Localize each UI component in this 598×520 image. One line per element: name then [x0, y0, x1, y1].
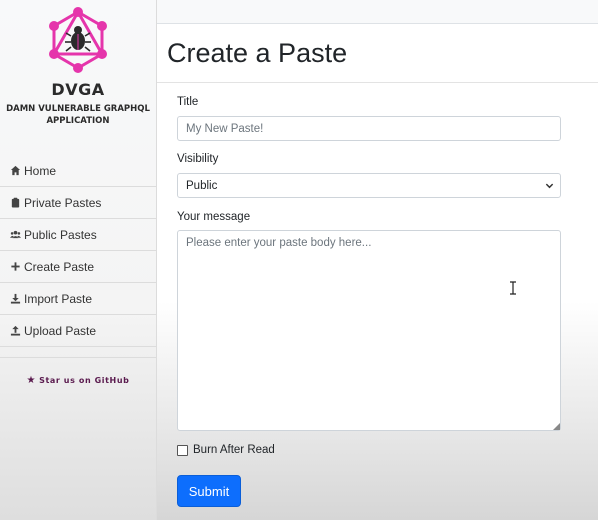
title-label: Title — [177, 96, 199, 108]
page-title: Create a Paste — [167, 38, 348, 68]
sidebar-item-create-paste[interactable]: Create Paste — [0, 251, 156, 283]
sidebar-item-private-pastes[interactable]: Private Pastes — [0, 187, 156, 219]
sidebar-item-label: Home — [24, 163, 57, 178]
submit-button[interactable]: Submit — [177, 475, 241, 507]
brand-subtitle: DAMN VULNERABLE GRAPHQL APPLICATION — [6, 104, 150, 126]
visibility-select[interactable]: Public — [177, 173, 561, 198]
github-star-link[interactable]: ★ Star us on GitHub — [0, 375, 156, 386]
chevron-down-icon — [545, 183, 554, 189]
sidebar-item-home[interactable]: Home — [0, 155, 156, 187]
star-icon: ★ — [26, 375, 37, 386]
sidebar-nav: Home Private Pastes Public Pastes Create… — [0, 155, 156, 358]
dvga-logo-icon — [49, 7, 107, 73]
sidebar-item-label: Public Pastes — [24, 227, 97, 242]
github-label: Star us on GitHub — [39, 376, 130, 385]
text-cursor-icon — [510, 281, 516, 295]
home-icon — [9, 165, 21, 177]
burn-after-read-checkbox[interactable] — [177, 444, 188, 456]
burn-after-read-row[interactable]: Burn After Read — [177, 444, 275, 456]
title-divider — [157, 82, 598, 83]
message-label: Your message — [177, 211, 251, 223]
sidebar: DVGA DAMN VULNERABLE GRAPHQL APPLICATION… — [0, 0, 157, 520]
sidebar-item-public-pastes[interactable]: Public Pastes — [0, 219, 156, 251]
title-input[interactable] — [177, 116, 561, 141]
brand-name: DVGA — [51, 80, 105, 99]
sidebar-item-label: Private Pastes — [24, 195, 102, 210]
top-navbar — [157, 0, 598, 24]
message-textarea[interactable] — [177, 230, 561, 431]
sidebar-item-import-paste[interactable]: Import Paste — [0, 283, 156, 315]
upload-icon — [9, 325, 21, 337]
sidebar-item-label: Create Paste — [24, 259, 95, 274]
burn-after-read-label: Burn After Read — [193, 444, 275, 456]
visibility-label: Visibility — [177, 153, 219, 165]
plus-icon — [9, 261, 21, 273]
resize-grip-icon[interactable] — [553, 423, 560, 430]
clipboard-icon — [9, 197, 21, 209]
sidebar-divider — [0, 347, 156, 358]
sidebar-item-label: Import Paste — [24, 291, 93, 306]
visibility-value: Public — [186, 179, 218, 192]
users-icon — [9, 229, 21, 241]
sidebar-item-upload-paste[interactable]: Upload Paste — [0, 315, 156, 347]
sidebar-item-label: Upload Paste — [24, 323, 97, 338]
download-icon — [9, 293, 21, 305]
